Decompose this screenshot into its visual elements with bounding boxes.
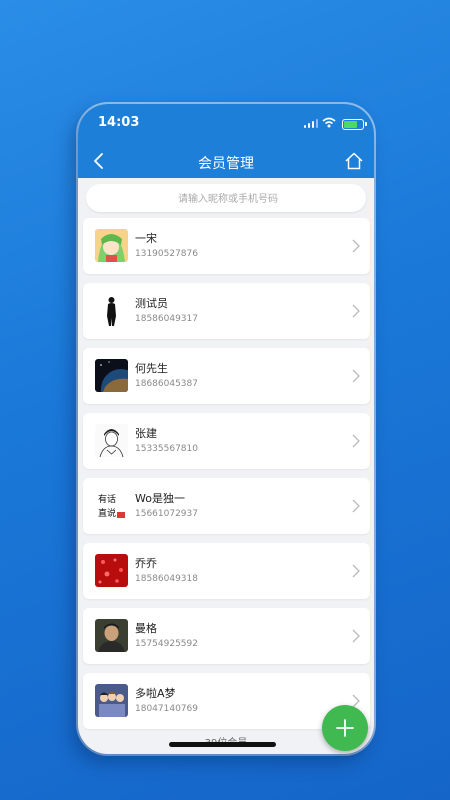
member-row[interactable]: 一宋 13190527876: [83, 218, 370, 274]
chevron-right-icon: [352, 434, 360, 448]
member-row[interactable]: 曼格 15754925592: [83, 608, 370, 664]
svg-text:直说: 直说: [98, 507, 116, 519]
member-phone: 13190527876: [135, 249, 198, 259]
chevron-right-icon: [352, 499, 360, 513]
search-input[interactable]: [86, 184, 370, 214]
avatar: [95, 229, 128, 262]
avatar: [95, 359, 128, 392]
avatar: [95, 424, 128, 457]
member-row[interactable]: 有话 直说 Wo是独一 15661072937: [83, 478, 370, 534]
wifi-icon: [322, 117, 336, 128]
search-bar: [86, 184, 370, 214]
home-indicator: [169, 742, 276, 747]
member-name: 测试员: [135, 297, 168, 310]
member-name: 何先生: [135, 362, 168, 375]
avatar: 有话 直说: [95, 489, 128, 522]
member-phone: 15335567810: [135, 444, 198, 454]
svg-text:有话: 有话: [98, 493, 116, 505]
member-name: 曼格: [135, 622, 157, 635]
battery-icon: [342, 119, 367, 130]
member-phone: 18047140769: [135, 704, 198, 714]
status-bar: 14:03: [78, 104, 374, 144]
member-row[interactable]: 测试员 18586049317: [83, 283, 370, 339]
plus-icon: [336, 719, 354, 737]
member-name: 一宋: [135, 232, 157, 245]
member-phone: 18586049318: [135, 574, 198, 584]
member-phone: 15661072937: [135, 509, 198, 519]
home-icon[interactable]: [344, 151, 364, 171]
chevron-right-icon: [352, 239, 360, 253]
nav-bar: 会员管理: [78, 144, 374, 178]
add-member-button[interactable]: [322, 705, 368, 751]
status-time: 14:03: [98, 115, 140, 130]
chevron-right-icon: [352, 369, 360, 383]
member-name: Wo是独一: [135, 492, 185, 505]
member-row[interactable]: 何先生 18686045387: [83, 348, 370, 404]
avatar: [95, 619, 128, 652]
member-name: 乔乔: [135, 557, 157, 570]
member-phone: 15754925592: [135, 639, 198, 649]
signal-icon: [303, 119, 318, 128]
page-title: 会员管理: [198, 156, 254, 172]
avatar: [95, 684, 128, 717]
chevron-right-icon: [352, 564, 360, 578]
avatar: [95, 554, 128, 587]
member-name: 多啦A梦: [135, 687, 176, 700]
chevron-right-icon: [352, 304, 360, 318]
phone-frame: 14:03 会员管理 请输入昵称或手机号码 一宋 13190527876 测试员…: [78, 104, 374, 754]
avatar: [95, 294, 128, 327]
member-row[interactable]: 张建 15335567810: [83, 413, 370, 469]
member-phone: 18586049317: [135, 314, 198, 324]
member-row[interactable]: 乔乔 18586049318: [83, 543, 370, 599]
member-phone: 18686045387: [135, 379, 198, 389]
member-name: 张建: [135, 427, 157, 440]
chevron-right-icon: [352, 629, 360, 643]
